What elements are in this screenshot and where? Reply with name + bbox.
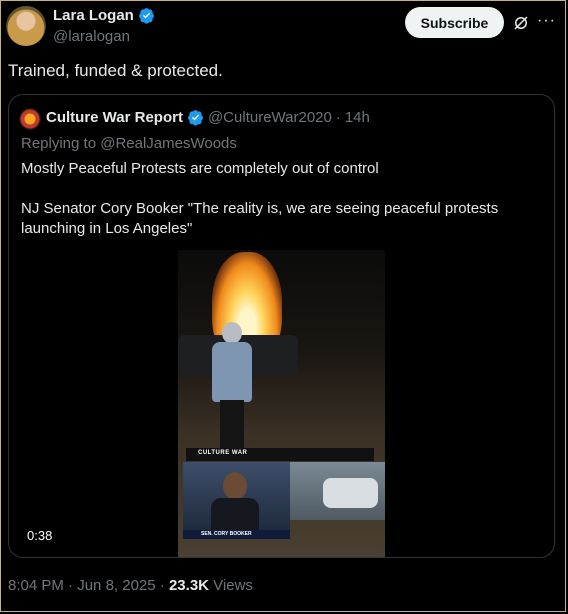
quoted-author-handle[interactable]: @CultureWar2020 xyxy=(208,109,332,126)
grok-icon[interactable] xyxy=(512,14,530,32)
quoted-paragraph: NJ Senator Cory Booker "The reality is, … xyxy=(21,200,499,237)
quoted-author-avatar[interactable] xyxy=(19,108,41,130)
video-duration: 0:38 xyxy=(27,528,53,543)
news-inset-image xyxy=(183,462,290,538)
person-image xyxy=(222,322,242,344)
replying-to-prefix: Replying to xyxy=(21,135,97,152)
author-avatar[interactable] xyxy=(6,6,46,46)
quoted-author-name[interactable]: Culture War Report xyxy=(46,109,183,126)
video-player[interactable]: CULTURE WAR SEN. CORY BOOKER xyxy=(178,250,385,557)
author-handle[interactable]: @laralogan xyxy=(53,28,130,45)
tweet-text: Trained, funded & protected. xyxy=(8,61,223,80)
verified-badge-icon xyxy=(138,8,154,24)
quoted-timestamp[interactable]: 14h xyxy=(345,109,370,126)
meta-separator: · xyxy=(159,577,165,594)
inset-logo: CULTURE WAR xyxy=(198,450,248,456)
views-count[interactable]: 23.3K xyxy=(169,577,209,594)
author-name-row[interactable]: Lara Logan xyxy=(53,7,155,24)
person-image xyxy=(220,400,244,455)
subscribe-button[interactable]: Subscribe xyxy=(405,7,504,38)
quoted-tweet-card[interactable]: Culture War Report @CultureWar2020 · 14h… xyxy=(8,94,555,558)
replying-to-link[interactable]: @RealJamesWoods xyxy=(100,135,237,152)
street-car-image xyxy=(323,478,378,508)
meta-separator: · xyxy=(335,109,341,126)
author-name[interactable]: Lara Logan xyxy=(53,7,134,24)
quoted-tweet-text: Mostly Peaceful Protests are completely … xyxy=(21,159,521,259)
replying-to: Replying to @RealJamesWoods xyxy=(21,135,237,152)
person-image xyxy=(212,342,252,402)
verified-badge-icon xyxy=(188,110,203,126)
meta-separator: · xyxy=(68,577,74,594)
senator-image xyxy=(223,472,247,500)
quoted-author-row[interactable]: Culture War Report @CultureWar2020 · 14h xyxy=(46,109,370,126)
post-time[interactable]: 8:04 PM xyxy=(8,577,64,594)
more-options-icon[interactable]: ··· xyxy=(537,12,556,30)
tweet-timestamp: 8:04 PM · Jun 8, 2025 · 23.3K Views xyxy=(8,577,253,594)
views-label: Views xyxy=(213,577,253,594)
quoted-paragraph: Mostly Peaceful Protests are completely … xyxy=(21,160,379,177)
inset-caption: SEN. CORY BOOKER xyxy=(183,530,290,539)
post-date[interactable]: Jun 8, 2025 xyxy=(77,577,155,594)
